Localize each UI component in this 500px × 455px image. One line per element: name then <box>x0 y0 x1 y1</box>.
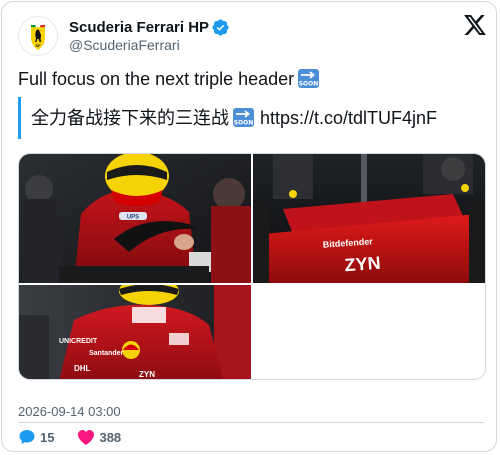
avatar[interactable]: SF <box>18 16 58 56</box>
svg-text:UNICREDIT: UNICREDIT <box>59 338 98 345</box>
tweet-link[interactable]: https://t.co/tdlTUF4jnF <box>260 108 437 128</box>
quoted-text-block: 全力备战接下来的三连战 SOON https://t.co/tdlTUF4jnF <box>18 97 437 139</box>
svg-text:SF: SF <box>35 43 41 48</box>
author-handle[interactable]: @ScuderiaFerrari <box>69 37 180 53</box>
tweet-embed-card[interactable]: SF Scuderia Ferrari HP @ScuderiaFerrari … <box>1 1 497 452</box>
reply-count: 15 <box>40 429 55 445</box>
photo-driver-suit[interactable]: Santander DHL ZYN UNICREDIT <box>19 285 251 379</box>
photo-car-wing[interactable]: Bitdefender ZYN <box>253 154 485 283</box>
divider <box>18 422 484 423</box>
svg-text:DHL: DHL <box>74 364 91 373</box>
timestamp[interactable]: 2026-09-14 03:00 <box>18 404 121 419</box>
like-button[interactable]: 388 <box>77 429 121 446</box>
svg-text:UPS: UPS <box>127 215 139 221</box>
media-empty-cell <box>253 285 485 379</box>
svg-text:ZYN: ZYN <box>344 253 381 275</box>
quoted-text-body: 全力备战接下来的三连战 <box>31 108 229 128</box>
author-name-row[interactable]: Scuderia Ferrari HP <box>69 17 229 37</box>
media-divider-horizontal <box>19 283 485 285</box>
svg-text:Santander: Santander <box>89 350 124 357</box>
svg-text:SOON: SOON <box>234 120 254 127</box>
x-logo-icon[interactable] <box>464 15 486 35</box>
reply-button[interactable]: 15 <box>18 428 54 446</box>
soon-arrow-icon: SOON <box>233 108 254 132</box>
svg-text:ZYN: ZYN <box>139 370 155 379</box>
ferrari-shield-icon: SF <box>31 25 45 50</box>
tweet-text-body: Full focus on the next triple header <box>18 69 295 89</box>
heart-icon <box>77 429 95 446</box>
verified-badge-icon <box>212 18 229 36</box>
media-divider-vertical <box>251 154 253 379</box>
photo-driver-helmet[interactable]: UPS <box>19 154 251 283</box>
engagement-bar: 15 388 <box>18 428 136 446</box>
display-name[interactable]: Scuderia Ferrari HP <box>69 19 209 36</box>
comment-bubble-icon <box>18 428 36 446</box>
like-count: 388 <box>99 429 122 445</box>
media-grid[interactable]: UPS Bitdefender ZYN Santander DHL ZYN UN… <box>18 153 486 380</box>
soon-arrow-icon: SOON <box>298 69 320 93</box>
tweet-text: Full focus on the next triple header SOON <box>18 68 320 93</box>
quoted-text: 全力备战接下来的三连战 SOON https://t.co/tdlTUF4jnF <box>31 104 437 132</box>
svg-text:SOON: SOON <box>299 81 319 88</box>
